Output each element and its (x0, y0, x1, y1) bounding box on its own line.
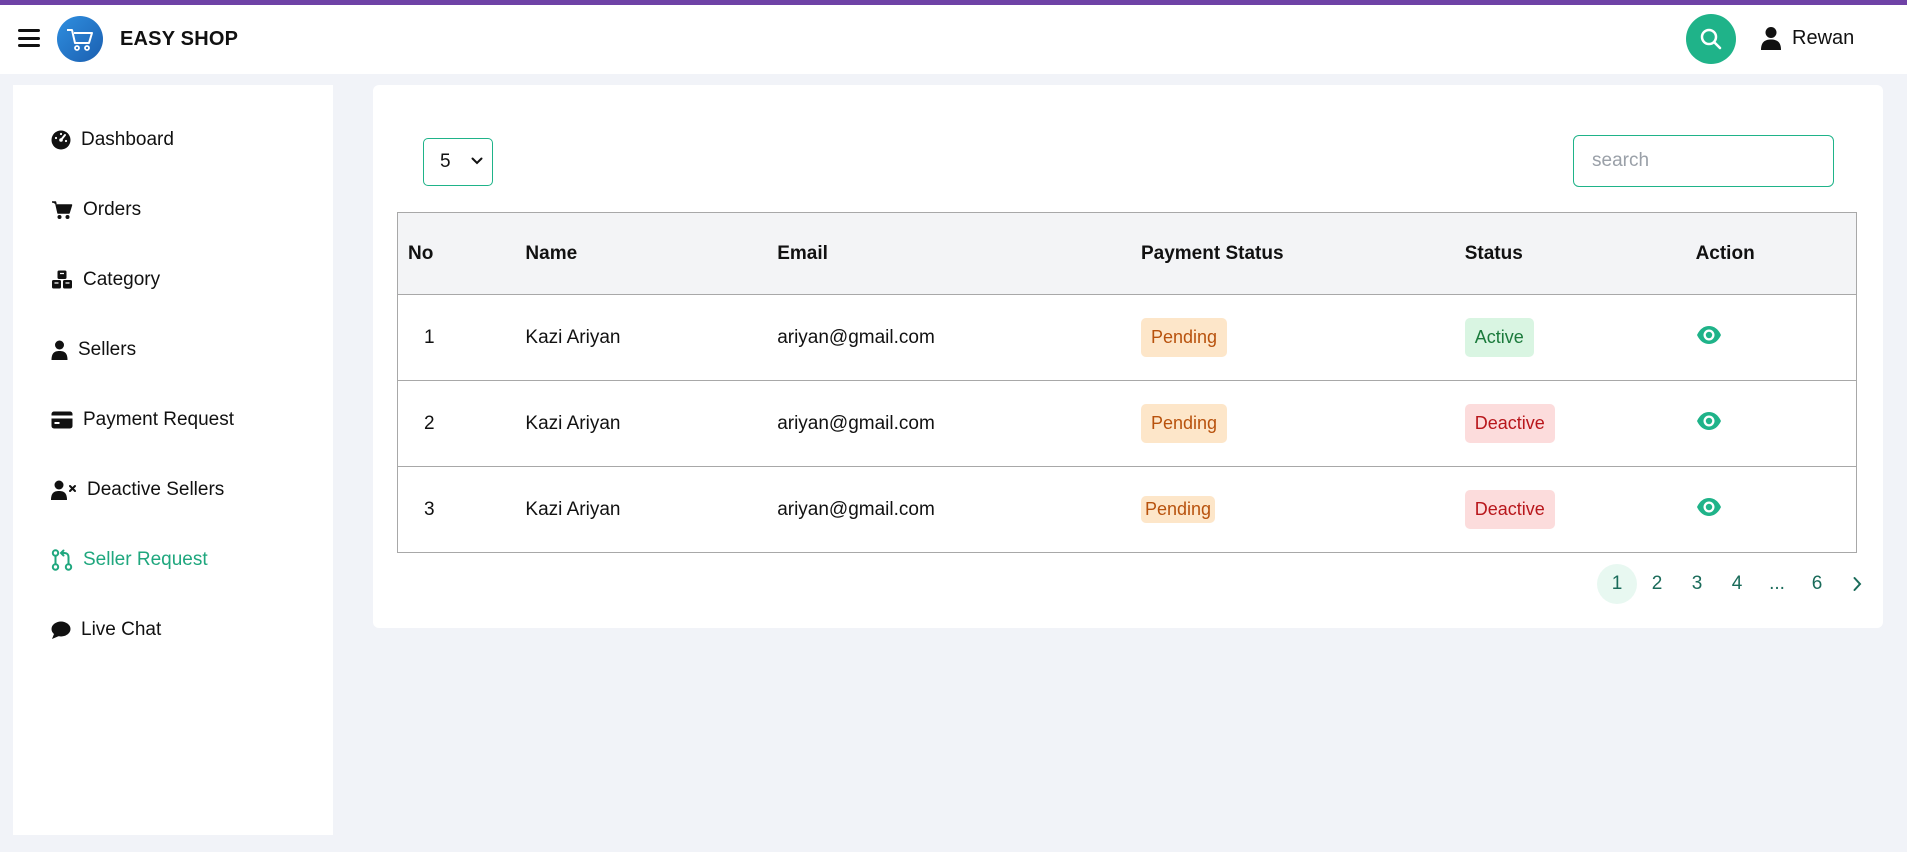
seller-name: Kazi Ariyan (515, 380, 768, 467)
sidebar: Dashboard Orders Category Sellers Paymen… (13, 85, 333, 835)
view-seller-button[interactable] (1696, 325, 1722, 351)
seller-name: Kazi Ariyan (515, 466, 768, 553)
status-badge: Active (1464, 318, 1534, 357)
view-seller-button[interactable] (1696, 411, 1722, 437)
payment-status-badge: Pending (1140, 496, 1216, 523)
table-row: 2 Kazi Ariyan ariyan@gmail.com Pending D… (397, 380, 1857, 467)
user-x-icon (51, 480, 76, 500)
payment-status-badge: Pending (1140, 318, 1228, 357)
sidebar-item-label: Live Chat (81, 619, 162, 640)
eye-icon (1696, 325, 1721, 344)
seller-email: ariyan@gmail.com (767, 466, 1131, 553)
sidebar-item-label: Dashboard (81, 129, 174, 150)
sidebar-item-live-chat[interactable]: Live Chat (51, 615, 161, 645)
sidebar-item-label: Payment Request (83, 409, 235, 430)
page-button-3[interactable]: 3 (1677, 564, 1717, 604)
page-size-value: 5 (440, 151, 451, 172)
dashboard-icon (51, 130, 71, 150)
sidebar-item-sellers[interactable]: Sellers (51, 335, 136, 365)
cubes-icon (52, 270, 72, 289)
row-number: 1 (397, 294, 516, 381)
chevron-down-icon (471, 157, 483, 165)
column-header-status: Status (1454, 212, 1686, 295)
sidebar-item-category[interactable]: Category (51, 265, 160, 295)
chat-icon (51, 621, 71, 639)
cart-icon (52, 201, 73, 219)
page-size-select[interactable]: 5 (423, 138, 493, 186)
user-icon (51, 340, 68, 360)
page-button-2[interactable]: 2 (1637, 564, 1677, 604)
row-number: 2 (397, 380, 516, 467)
sidebar-item-deactive-sellers[interactable]: Deactive Sellers (51, 475, 224, 505)
search-icon (1700, 28, 1722, 50)
column-header-name: Name (515, 212, 768, 295)
column-header-email: Email (767, 212, 1131, 295)
page-button-4[interactable]: 4 (1717, 564, 1757, 604)
user-menu[interactable]: Rewan (1760, 26, 1854, 50)
pagination: 1 2 3 4 ... 6 (1597, 564, 1877, 604)
sidebar-item-label: Sellers (78, 339, 137, 360)
search-button[interactable] (1686, 14, 1736, 64)
row-number: 3 (397, 466, 516, 553)
sidebar-item-dashboard[interactable]: Dashboard (51, 125, 174, 155)
sidebar-item-label: Category (83, 269, 161, 290)
payment-status-badge: Pending (1140, 404, 1228, 443)
card-icon (51, 411, 73, 429)
page-ellipsis: ... (1769, 573, 1785, 594)
table-row: 1 Kazi Ariyan ariyan@gmail.com Pending A… (397, 294, 1857, 381)
chevron-right-icon (1853, 577, 1862, 591)
top-header: EASY SHOP Rewan (0, 5, 1907, 74)
sidebar-item-payment-request[interactable]: Payment Request (51, 405, 234, 435)
sidebar-item-label: Seller Request (83, 549, 208, 570)
column-header-no: No (397, 212, 516, 295)
menu-icon[interactable] (18, 29, 40, 47)
shop-logo-icon (57, 16, 103, 62)
sidebar-item-label: Orders (83, 199, 142, 220)
sidebar-item-orders[interactable]: Orders (51, 195, 141, 225)
seller-email: ariyan@gmail.com (767, 294, 1131, 381)
view-seller-button[interactable] (1696, 497, 1722, 523)
table-header-row: No Name Email Payment Status Status Acti… (397, 212, 1857, 295)
sidebar-item-seller-request[interactable]: Seller Request (51, 545, 208, 575)
brand-name: EASY SHOP (120, 28, 239, 50)
seller-name: Kazi Ariyan (515, 294, 768, 381)
column-header-action: Action (1685, 212, 1857, 295)
seller-email: ariyan@gmail.com (767, 380, 1131, 467)
seller-request-panel: 5 No Name Email Payment Status Status Ac… (373, 85, 1883, 628)
status-badge: Deactive (1464, 490, 1555, 529)
user-name: Rewan (1792, 26, 1855, 49)
git-pull-request-icon (51, 549, 73, 571)
seller-request-table: No Name Email Payment Status Status Acti… (397, 212, 1857, 553)
sidebar-item-label: Deactive Sellers (87, 479, 225, 500)
next-page-button[interactable] (1837, 564, 1877, 604)
page-button-1[interactable]: 1 (1597, 564, 1637, 604)
status-badge: Deactive (1464, 404, 1555, 443)
column-header-payment-status: Payment Status (1130, 212, 1455, 295)
eye-icon (1696, 497, 1721, 516)
table-row: 3 Kazi Ariyan ariyan@gmail.com Pending D… (397, 466, 1857, 553)
search-input[interactable] (1573, 135, 1834, 187)
page-button-6[interactable]: 6 (1797, 564, 1837, 604)
user-icon (1761, 27, 1781, 50)
eye-icon (1696, 411, 1721, 430)
